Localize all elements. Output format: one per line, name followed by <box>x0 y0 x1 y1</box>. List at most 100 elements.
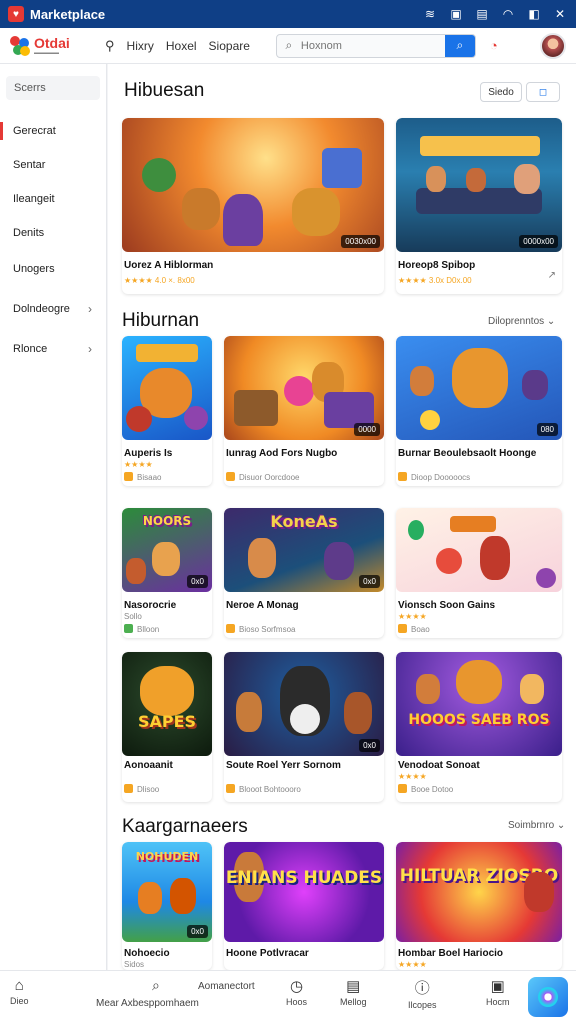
rating-stars: ★★★★ 4.0 ×. 8x00 <box>124 276 195 285</box>
main-content: Hibuesan Siedo ◻ 0030x00 Uorez A Hiblorm… <box>108 64 576 970</box>
card-meta: Blloon <box>124 624 159 634</box>
rating-stars: ★★★★ <box>398 772 427 781</box>
game-logo-text: SAPES <box>137 712 197 731</box>
game-card[interactable]: Auperis Is ★★★★ Bisaao <box>122 336 212 486</box>
game-card[interactable]: 0000 Iunrag Aod Fors Nugbo Disuor Oorcdo… <box>224 336 384 486</box>
game-card[interactable]: SAPES Aonoaanit Dlisoo <box>122 652 212 802</box>
sidebar-item-label: Denits <box>13 227 45 239</box>
app-globe-icon <box>538 987 558 1007</box>
save-icon[interactable]: ▤ <box>474 7 490 21</box>
info-icon: ⓘ <box>414 980 430 997</box>
nav-item[interactable]: ⓘ Ilcopes <box>408 977 437 1010</box>
rating-stars: ★★★★ 3.0x D0x.00 <box>398 276 472 285</box>
price-badge: 0030x00 <box>341 235 380 248</box>
system-tray: ≋ ▣ ▤ ◠ ◧ ✕ <box>422 7 568 21</box>
search-button[interactable]: ⌕ <box>444 34 475 57</box>
card-title: Venodoat Sonoat <box>398 760 480 771</box>
game-logo-text: NOORS <box>142 514 192 528</box>
game-card[interactable]: Vionsch Soon Gains ★★★★ Boao <box>396 508 562 638</box>
brand-logo[interactable]: Otdai ▬▬▬▬▬ <box>10 35 105 56</box>
tag-icon <box>124 472 133 481</box>
sidebar-search[interactable]: Scerrs <box>6 76 100 100</box>
nav-link[interactable]: Siopare <box>209 39 250 53</box>
share-icon[interactable]: ↗ <box>548 270 556 281</box>
sort-button[interactable]: Siedo <box>480 82 522 102</box>
nav-link[interactable]: Hixry <box>127 39 154 53</box>
featured-card[interactable]: 0000x00 Horeop8 Spibop ★★★★ 3.0x D0x.00 … <box>396 118 562 294</box>
tag-icon <box>124 624 133 633</box>
sidebar-item[interactable]: Sentar <box>0 148 106 182</box>
game-thumbnail: NOHUDEN 0x0 <box>122 842 212 942</box>
card-meta: Dioop Dooooocs <box>398 472 470 482</box>
sidebar-item[interactable]: Unogers <box>0 252 106 286</box>
game-thumbnail: 0x0 <box>224 652 384 756</box>
user-icon[interactable]: ⚲ <box>105 38 115 54</box>
nav-item[interactable]: ▤ Mellog <box>340 977 367 1007</box>
top-nav: ⚲ Hixry Hoxel Siopare <box>105 38 250 54</box>
card-rating: ★★★★ <box>398 612 427 621</box>
nav-search-sub: Mear Axbesppomhaem <box>96 998 199 1009</box>
game-card[interactable]: NOORS 0x0 Nasorocrie Sollo Blloon <box>122 508 212 638</box>
sidebar: Scerrs Gerecrat Sentar Ileangeit Denits … <box>0 64 107 970</box>
close-icon[interactable]: ✕ <box>552 7 568 21</box>
search-input[interactable] <box>300 39 445 52</box>
game-card[interactable]: 0x0 Soute Roel Yerr Sornom Blooot Bohtoo… <box>224 652 384 802</box>
info-icon[interactable]: ◧ <box>526 7 542 21</box>
avatar[interactable] <box>540 32 566 59</box>
app-title: Marketplace <box>30 6 106 22</box>
view-toggle-button[interactable]: ◻ <box>526 82 560 102</box>
card-title: Auperis Is <box>124 448 173 459</box>
see-all-link[interactable]: Soimbrnro ⌄ <box>508 820 565 831</box>
game-logo-text: NOHUDEN <box>135 850 199 863</box>
game-thumbnail: 0000 <box>224 336 384 440</box>
chevron-right-icon: › <box>88 302 92 316</box>
card-meta-text: Booe Dotoo <box>411 785 454 794</box>
sidebar-item-label: Ileangeit <box>13 193 55 205</box>
profile-app-button[interactable] <box>528 977 568 1017</box>
game-thumbnail: HOOOS SAEB ROS <box>396 652 562 756</box>
game-card[interactable]: 080 Burnar Beoulebsaolt Hoonge Dioop Doo… <box>396 336 562 486</box>
sidebar-item[interactable]: Dolndeogre › <box>0 292 106 326</box>
sidebar-item-label: Rlonce <box>13 343 48 355</box>
see-all-link[interactable]: Diloprenntos ⌄ <box>488 316 555 327</box>
sidebar-item[interactable]: Gerecrat <box>0 114 106 148</box>
game-card[interactable]: KoneAs 0x0 Neroe A Monag Bioso Sorfmsoa <box>224 508 384 638</box>
sidebar-item-label: Unogers <box>13 263 55 275</box>
section-title: Kaargarnaeers <box>122 816 248 837</box>
card-meta: Disuor Oorcdooe <box>226 472 299 482</box>
sidebar-item[interactable]: Denits <box>0 216 106 250</box>
card-meta-text: Bisaao <box>137 473 162 482</box>
featured-thumbnail: 0030x00 <box>122 118 384 252</box>
window-titlebar: ♥ Marketplace ≋ ▣ ▤ ◠ ◧ ✕ <box>0 0 576 28</box>
card-title: Hoone Potlvracar <box>226 948 309 959</box>
game-card[interactable]: HOOOS SAEB ROS Venodoat Sonoat ★★★★ Booe… <box>396 652 562 802</box>
see-all-label: Soimbrnro <box>508 820 555 831</box>
cart-icon[interactable]: ◔ <box>490 38 498 53</box>
game-card[interactable]: ENIANS HUADES Hoone Potlvracar <box>224 842 384 970</box>
sidebar-item[interactable]: Rlonce › <box>0 332 106 366</box>
nav-search[interactable]: ⌕ Aomanectort Mear Axbesppomhaem <box>96 977 255 1009</box>
featured-card[interactable]: 0030x00 Uorez A Hiblorman ★★★★ 4.0 ×. 8x… <box>122 118 384 294</box>
home-icon: ⌂ <box>14 977 24 994</box>
wifi-icon[interactable]: ◠ <box>500 7 516 21</box>
game-logo-text: KoneAs <box>270 512 338 531</box>
card-meta: ★★★★ 4.0 ×. 8x00 <box>124 276 195 285</box>
rating-stars: ★★★★ <box>398 960 427 969</box>
card-meta: ★★★★ 3.0x D0x.00 <box>398 276 472 285</box>
nav-label: Dieo <box>10 996 29 1006</box>
game-thumbnail: NOORS 0x0 <box>122 508 212 592</box>
nav-home[interactable]: ⌂ Dieo <box>10 977 29 1006</box>
game-card[interactable]: HILTUAR ZIOSRO Hombar Boel Hariocio ★★★★ <box>396 842 562 970</box>
sidebar-item-label: Dolndeogre <box>13 303 70 315</box>
card-meta-text: Boao <box>411 625 430 634</box>
game-card[interactable]: NOHUDEN 0x0 Nohoecio Sidos <box>122 842 212 970</box>
sidebar-item[interactable]: Ileangeit <box>0 182 106 216</box>
nav-item[interactable]: ▣ Hocm <box>486 977 510 1007</box>
tag-icon <box>226 624 235 633</box>
tag-icon <box>398 472 407 481</box>
wifi-icon[interactable]: ≋ <box>422 7 438 21</box>
card-meta-text: Blloon <box>137 625 160 634</box>
photo-icon[interactable]: ▣ <box>448 7 464 21</box>
nav-item[interactable]: ◷ Hoos <box>286 977 307 1007</box>
nav-link[interactable]: Hoxel <box>166 39 197 53</box>
